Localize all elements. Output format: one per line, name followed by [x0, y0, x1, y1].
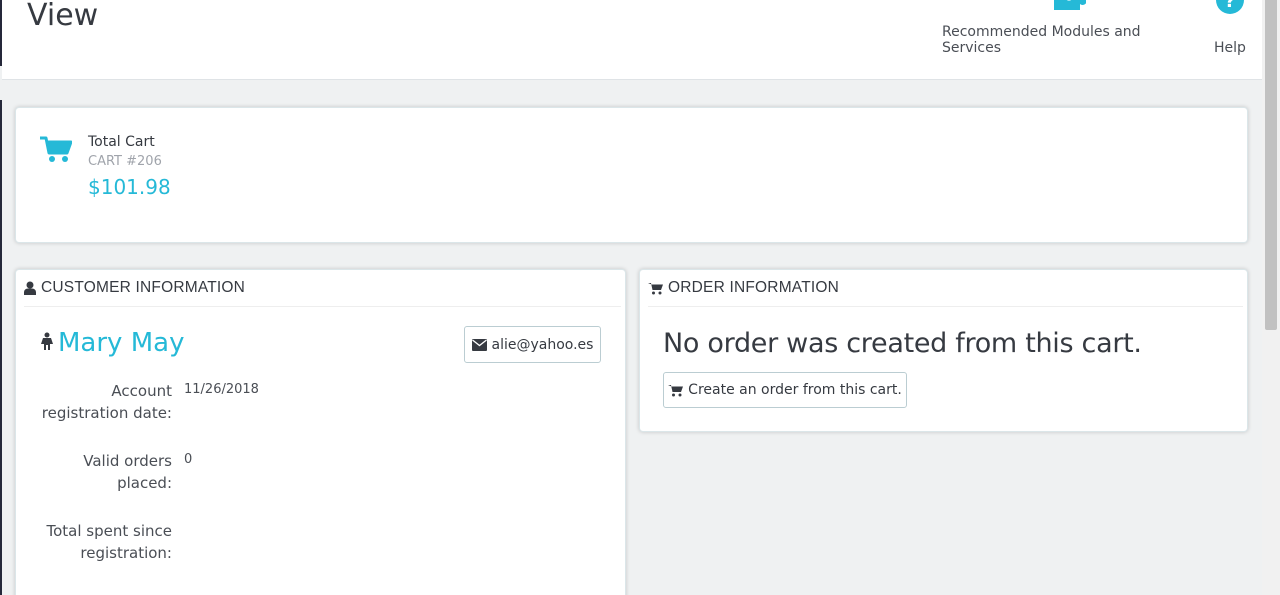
help-button[interactable]: ? Help: [1208, 0, 1252, 56]
kpi-label: Total Cart: [88, 134, 155, 150]
order-information-panel: ORDER INFORMATION No order was created f…: [639, 269, 1248, 432]
order-panel-heading: ORDER INFORMATION: [648, 270, 1243, 307]
create-order-label: Create an order from this cart.: [688, 382, 902, 398]
page: View Recommended Modules and Services ? …: [0, 0, 1280, 595]
recommended-modules-button[interactable]: Recommended Modules and Services: [942, 0, 1196, 56]
create-order-button[interactable]: Create an order from this cart.: [663, 372, 907, 408]
info-label: Valid orders placed:: [83, 452, 172, 492]
envelope-icon: [471, 338, 487, 351]
customer-panel-heading: CUSTOMER INFORMATION: [24, 270, 621, 307]
customer-email-button[interactable]: alie@yahoo.es: [464, 326, 601, 363]
customer-panel-title: CUSTOMER INFORMATION: [41, 279, 246, 296]
no-order-message: No order was created from this cart.: [663, 328, 1142, 359]
puzzle-icon: [1052, 0, 1087, 23]
kpi-cart-reference: CART #206: [88, 154, 162, 169]
help-icon: ?: [1215, 0, 1245, 23]
info-label: Total spent since registration:: [46, 522, 173, 562]
kpi-value: $101.98: [88, 175, 171, 199]
info-value: 0: [184, 452, 193, 467]
total-cart-kpi: Total Cart CART #206 $101.98: [15, 107, 1248, 243]
customer-name-row: Mary May: [40, 328, 184, 358]
svg-text:?: ?: [1225, 0, 1235, 12]
customer-information-panel: CUSTOMER INFORMATION Mary May alie@yahoo…: [15, 269, 626, 595]
scrollbar-thumb[interactable]: [1265, 0, 1277, 330]
recommended-modules-label: Recommended Modules and Services: [942, 24, 1141, 56]
order-panel-title: ORDER INFORMATION: [668, 279, 840, 296]
page-title: View: [27, 0, 99, 33]
help-label: Help: [1214, 40, 1246, 56]
customer-email: alie@yahoo.es: [491, 336, 594, 353]
info-value: 11/26/2018: [184, 382, 259, 397]
info-label: Account registration date:: [41, 382, 172, 422]
user-icon: [24, 281, 36, 295]
female-icon: [40, 332, 54, 355]
page-header: View Recommended Modules and Services ? …: [2, 0, 1262, 80]
shopping-cart-icon: [668, 384, 684, 397]
customer-name-link[interactable]: Mary May: [58, 328, 184, 358]
shopping-cart-icon: [648, 282, 663, 295]
shopping-cart-icon: [40, 136, 73, 169]
sidebar-edge-lower: [0, 100, 2, 595]
page-scrollbar[interactable]: [1262, 0, 1280, 595]
